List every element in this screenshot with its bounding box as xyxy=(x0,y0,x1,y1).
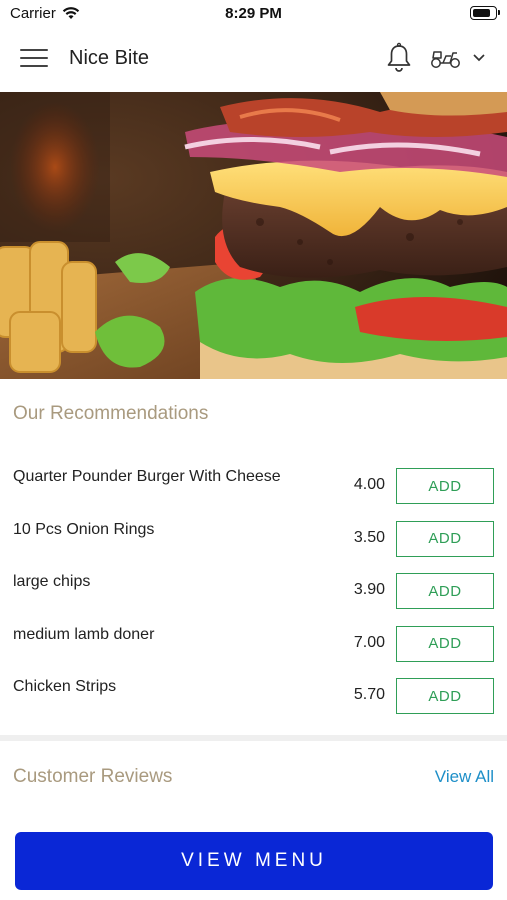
section-divider xyxy=(0,735,507,741)
view-all-link[interactable]: View All xyxy=(435,767,494,787)
item-price: 3.90 xyxy=(353,581,385,598)
item-price: 3.50 xyxy=(353,528,385,546)
list-item: 10 Pcs Onion Rings 3.50 ADD xyxy=(0,511,507,564)
item-price: 7.00 xyxy=(353,633,385,651)
item-name: large chips xyxy=(13,573,91,590)
chevron-down-icon[interactable] xyxy=(472,53,486,63)
add-button[interactable]: ADD xyxy=(396,625,494,662)
list-item: Chicken Strips 5.70 ADD xyxy=(0,668,507,721)
bell-icon[interactable] xyxy=(385,42,413,74)
add-button[interactable]: ADD xyxy=(396,520,494,557)
app-title: Nice Bite xyxy=(69,47,150,69)
view-menu-button[interactable]: VIEW MENU xyxy=(15,832,493,890)
item-price: 5.70 xyxy=(353,686,385,703)
status-time: 8:29 PM xyxy=(225,5,282,22)
list-item: large chips 3.90 ADD xyxy=(0,563,507,616)
battery-icon xyxy=(470,6,500,20)
recommendations-title: Our Recommendations xyxy=(13,403,209,424)
battery-fill xyxy=(472,8,491,17)
add-button[interactable]: ADD xyxy=(396,573,494,609)
app-header: Nice Bite xyxy=(0,28,507,92)
list-item: Quarter Pounder Burger With Cheese 4.00 … xyxy=(0,458,507,511)
add-button[interactable]: ADD xyxy=(396,468,494,504)
status-bar: Carrier 8:29 PM xyxy=(0,0,507,28)
add-button[interactable]: ADD xyxy=(396,678,494,714)
reviews-title: Customer Reviews xyxy=(13,766,173,787)
item-name: Chicken Strips xyxy=(13,678,117,695)
hero-image xyxy=(0,92,507,379)
list-item: medium lamb doner 7.00 ADD xyxy=(0,616,507,669)
burger-image xyxy=(0,92,507,379)
recommendations-list: Quarter Pounder Burger With Cheese 4.00 … xyxy=(0,458,507,721)
item-name: 10 Pcs Onion Rings xyxy=(13,520,155,538)
item-name: Quarter Pounder Burger With Cheese xyxy=(13,468,281,485)
menu-icon[interactable] xyxy=(20,49,48,71)
item-price: 4.00 xyxy=(353,476,385,493)
scooter-icon[interactable] xyxy=(430,47,462,69)
item-name: medium lamb doner xyxy=(13,625,155,643)
